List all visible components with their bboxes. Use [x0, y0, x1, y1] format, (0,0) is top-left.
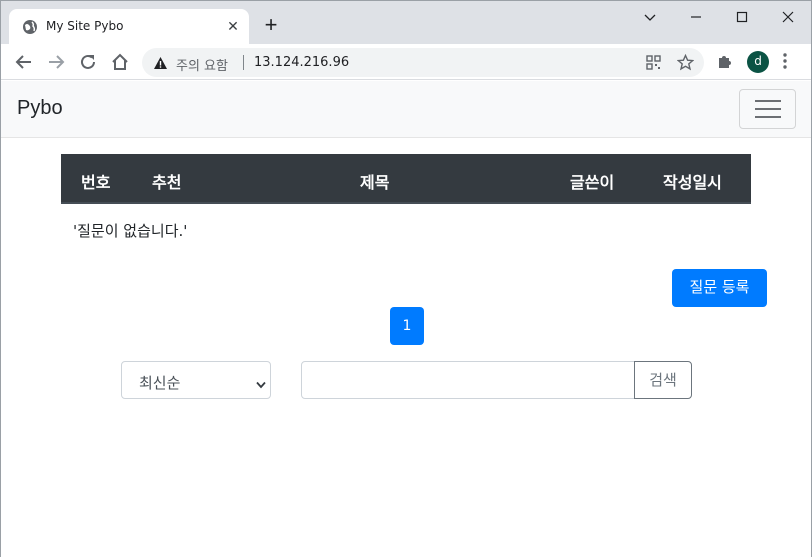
tab-strip: My Site Pybo ✕ + [1, 1, 811, 44]
star-icon[interactable] [676, 53, 695, 76]
window-close-icon[interactable] [765, 5, 811, 29]
site-navbar: Pybo [1, 81, 811, 138]
warning-icon[interactable] [153, 56, 168, 75]
arrow-left-icon[interactable] [13, 51, 35, 73]
maximize-icon[interactable] [719, 5, 765, 29]
more-vertical-icon[interactable] [782, 52, 788, 75]
search-input[interactable] [301, 361, 635, 399]
hamburger-icon[interactable] [739, 89, 796, 129]
sort-select[interactable]: 최신순 [121, 361, 271, 399]
column-header-date: 작성일시 [663, 173, 722, 192]
browser-window: My Site Pybo ✕ + 주의 요함 13.124.216.96 d P… [0, 0, 812, 557]
address-bar[interactable]: 주의 요함 13.124.216.96 [142, 48, 704, 77]
url-text[interactable]: 13.124.216.96 [254, 55, 349, 70]
search-button[interactable]: 검색 [634, 361, 692, 399]
tab-title: My Site Pybo [46, 19, 124, 33]
plus-icon[interactable]: + [259, 14, 283, 38]
reload-icon[interactable] [77, 51, 99, 73]
page-content: Pybo 번호 추천 제목 글쓴이 작성일시 '질문이 없습니다.' 질문 등록… [1, 81, 811, 557]
column-header-number: 번호 [81, 173, 111, 192]
empty-list-message: '질문이 없습니다.' [73, 222, 188, 240]
home-icon[interactable] [109, 51, 131, 73]
chevron-down-icon[interactable] [627, 5, 673, 29]
column-header-author: 글쓴이 [570, 173, 615, 192]
create-question-button[interactable]: 질문 등록 [672, 269, 767, 307]
column-header-recommend: 추천 [152, 173, 182, 192]
sort-selected-value: 최신순 [139, 374, 181, 392]
address-separator [243, 55, 244, 70]
pagination-page-1[interactable]: 1 [390, 307, 424, 345]
puzzle-icon[interactable] [716, 52, 734, 75]
globe-icon [22, 19, 38, 35]
table-header: 번호 추천 제목 글쓴이 작성일시 [61, 154, 751, 204]
navbar-brand[interactable]: Pybo [17, 97, 63, 120]
qr-code-icon[interactable] [646, 55, 661, 75]
column-header-subject: 제목 [360, 173, 390, 192]
avatar[interactable]: d [747, 51, 769, 73]
security-label[interactable]: 주의 요함 [176, 55, 228, 74]
minimize-icon[interactable] [673, 5, 719, 29]
chevron-down-icon [256, 376, 266, 394]
close-icon[interactable]: ✕ [225, 18, 241, 34]
arrow-right-icon[interactable] [45, 51, 67, 73]
browser-toolbar: 주의 요함 13.124.216.96 [1, 44, 811, 80]
browser-tab[interactable]: My Site Pybo ✕ [9, 9, 249, 44]
